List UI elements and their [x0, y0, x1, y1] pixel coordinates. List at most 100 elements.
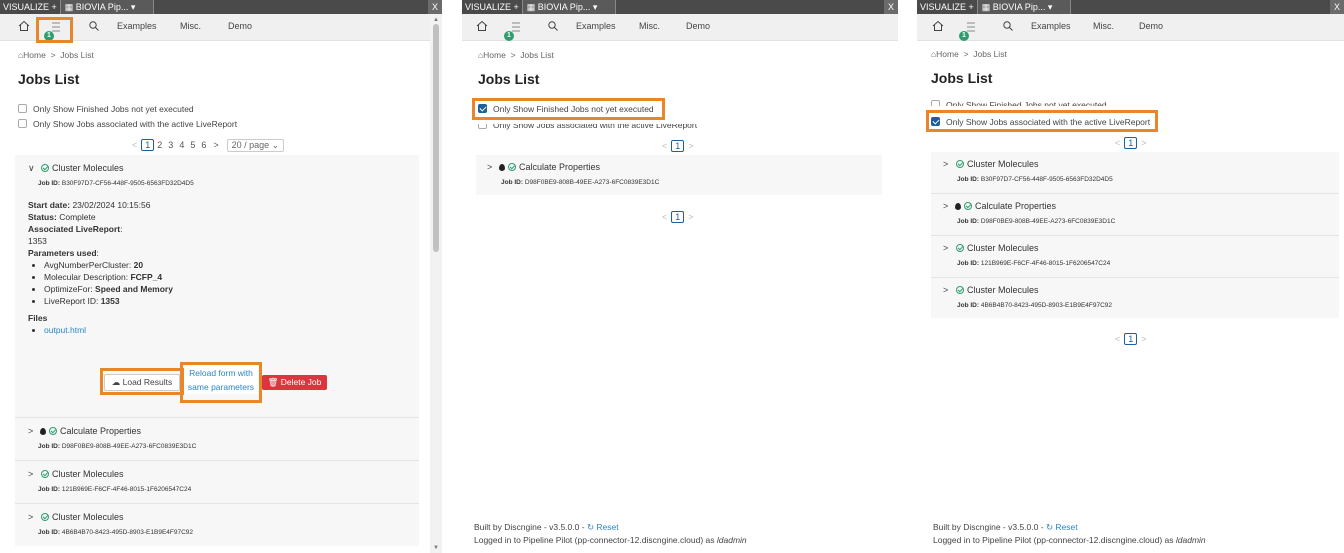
- nav-examples[interactable]: Examples: [117, 21, 157, 31]
- chevron-right-icon[interactable]: >: [28, 426, 38, 436]
- job-header[interactable]: > Calculate Properties: [487, 162, 600, 172]
- page-1[interactable]: 1: [141, 139, 155, 151]
- search-icon[interactable]: [547, 20, 559, 32]
- chevron-right-icon[interactable]: >: [943, 243, 953, 253]
- chevron-right-icon[interactable]: >: [28, 469, 38, 479]
- visualize-tab[interactable]: VISUALIZE +: [0, 0, 60, 14]
- highlight-jobs-icon: [36, 17, 73, 43]
- prev-page-button[interactable]: <: [662, 141, 667, 151]
- nav-misc[interactable]: Misc.: [180, 21, 201, 31]
- navbar: 1 Examples Misc. Demo: [462, 14, 898, 41]
- job-id: Job ID: B30F97D7-CF56-448F-9505-6563FD32…: [957, 176, 1113, 183]
- next-page-button[interactable]: >: [688, 141, 693, 151]
- highlight-filter-finished: [472, 98, 665, 120]
- close-button[interactable]: X: [428, 0, 442, 14]
- filter-active-lr-checkbox[interactable]: [478, 124, 487, 129]
- filter-active-lr[interactable]: Only Show Jobs associated with the activ…: [478, 124, 697, 130]
- search-icon[interactable]: [1002, 20, 1014, 32]
- home-icon[interactable]: [476, 20, 488, 32]
- job-header[interactable]: > Calculate Properties: [28, 426, 141, 436]
- prev-page-button[interactable]: <: [1115, 138, 1120, 148]
- success-icon: [956, 160, 964, 168]
- nav-examples[interactable]: Examples: [1031, 21, 1071, 31]
- scroll-up-arrow[interactable]: ▲: [433, 17, 439, 23]
- nav-examples[interactable]: Examples: [576, 21, 616, 31]
- window-tab[interactable]: ▦ BIOVIA Pip... ▾: [976, 0, 1072, 14]
- reset-link[interactable]: ↻ Reset: [1046, 522, 1078, 532]
- page-1[interactable]: 1: [671, 211, 685, 223]
- next-page-button[interactable]: >: [1141, 334, 1146, 344]
- filter-finished[interactable]: Only Show Finished Jobs not yet executed: [18, 104, 194, 114]
- reset-link[interactable]: ↻ Reset: [587, 522, 619, 532]
- nav-misc[interactable]: Misc.: [639, 21, 660, 31]
- next-page-button[interactable]: >: [688, 212, 693, 222]
- chevron-down-icon[interactable]: ∨: [28, 163, 38, 174]
- navbar: 1 Examples Misc. Demo: [0, 14, 442, 43]
- page-title: Jobs List: [18, 71, 80, 87]
- home-icon[interactable]: [18, 20, 30, 32]
- page-1[interactable]: 1: [1124, 137, 1138, 149]
- job-card: [15, 461, 419, 503]
- chevron-right-icon[interactable]: >: [487, 162, 497, 172]
- job-header[interactable]: > Calculate Properties: [943, 201, 1056, 211]
- job-header[interactable]: > Cluster Molecules: [943, 285, 1039, 295]
- success-icon: [41, 513, 49, 521]
- nav-demo[interactable]: Demo: [228, 21, 252, 31]
- filter-finished[interactable]: Only Show Finished Jobs not yet executed: [931, 100, 1107, 106]
- highlight-filter-active-lr: [926, 110, 1158, 132]
- page-5[interactable]: 5: [190, 140, 195, 150]
- filter-finished-checkbox[interactable]: [18, 104, 27, 113]
- visualize-tab[interactable]: VISUALIZE +: [462, 0, 522, 14]
- job-header[interactable]: > Cluster Molecules: [28, 512, 124, 522]
- window-tab[interactable]: ▦ BIOVIA Pip... ▾: [521, 0, 617, 14]
- filter-active-lr-checkbox[interactable]: [18, 119, 27, 128]
- page-1[interactable]: 1: [1124, 333, 1138, 345]
- job-id: Job ID: 121B969E-F6CF-4F46-8015-1F620654…: [38, 486, 192, 493]
- page-3[interactable]: 3: [168, 140, 173, 150]
- job-header[interactable]: ∨ Cluster Molecules: [28, 163, 124, 174]
- chevron-right-icon[interactable]: >: [28, 512, 38, 522]
- page-6[interactable]: 6: [201, 140, 206, 150]
- nav-demo[interactable]: Demo: [1139, 21, 1163, 31]
- filter-active-lr[interactable]: Only Show Jobs associated with the activ…: [18, 119, 237, 129]
- visualize-tab[interactable]: VISUALIZE +: [917, 0, 977, 14]
- chevron-right-icon[interactable]: >: [943, 285, 953, 295]
- chevron-right-icon[interactable]: >: [943, 159, 953, 169]
- filter-finished-checkbox[interactable]: [931, 100, 940, 106]
- scroll-down-arrow[interactable]: ▼: [433, 545, 439, 551]
- next-page-button[interactable]: >: [1141, 138, 1146, 148]
- home-icon[interactable]: [932, 20, 944, 32]
- output-file-link[interactable]: output.html: [44, 325, 86, 335]
- close-button[interactable]: X: [1330, 0, 1344, 14]
- search-icon[interactable]: [88, 20, 100, 32]
- window-tab[interactable]: ▦ BIOVIA Pip... ▾: [59, 0, 155, 14]
- nav-misc[interactable]: Misc.: [1093, 21, 1114, 31]
- page-2[interactable]: 2: [157, 140, 162, 150]
- prev-page-button[interactable]: <: [1115, 334, 1120, 344]
- next-page-button[interactable]: >: [213, 140, 218, 150]
- nav-demo[interactable]: Demo: [686, 21, 710, 31]
- footer: Built by Discngine - v3.5.0.0 - ↻ Reset …: [474, 522, 747, 545]
- page-4[interactable]: 4: [179, 140, 184, 150]
- navbar: 1 Examples Misc. Demo: [917, 14, 1344, 41]
- job-header[interactable]: > Cluster Molecules: [943, 159, 1039, 169]
- delete-job-button[interactable]: 🗑 Delete Job: [262, 375, 327, 390]
- scrollbar-thumb[interactable]: [433, 24, 439, 252]
- job-header[interactable]: > Cluster Molecules: [943, 243, 1039, 253]
- page-1[interactable]: 1: [671, 140, 685, 152]
- breadcrumb-home[interactable]: Home: [23, 50, 46, 60]
- page-size-select[interactable]: 20 / page ⌄: [226, 139, 285, 152]
- scrollbar[interactable]: ▲ ▼: [430, 14, 442, 553]
- highlight-load: [100, 368, 184, 395]
- panel-3: VISUALIZE + ▦ BIOVIA Pip... ▾ X 1 Example…: [917, 0, 1344, 553]
- prev-page-button[interactable]: <: [132, 140, 137, 150]
- pagination-bottom: <1 >: [1111, 333, 1151, 345]
- success-icon: [49, 427, 57, 435]
- prev-page-button[interactable]: <: [662, 212, 667, 222]
- panel-1: VISUALIZE + ▦ BIOVIA Pip... ▾ X 1 Example…: [0, 0, 442, 553]
- job-header[interactable]: > Cluster Molecules: [28, 469, 124, 479]
- footer: Built by Discngine - v3.5.0.0 - ↻ Reset …: [933, 522, 1206, 545]
- close-button[interactable]: X: [884, 0, 898, 14]
- chevron-right-icon[interactable]: >: [943, 201, 953, 211]
- job-card: [15, 504, 419, 546]
